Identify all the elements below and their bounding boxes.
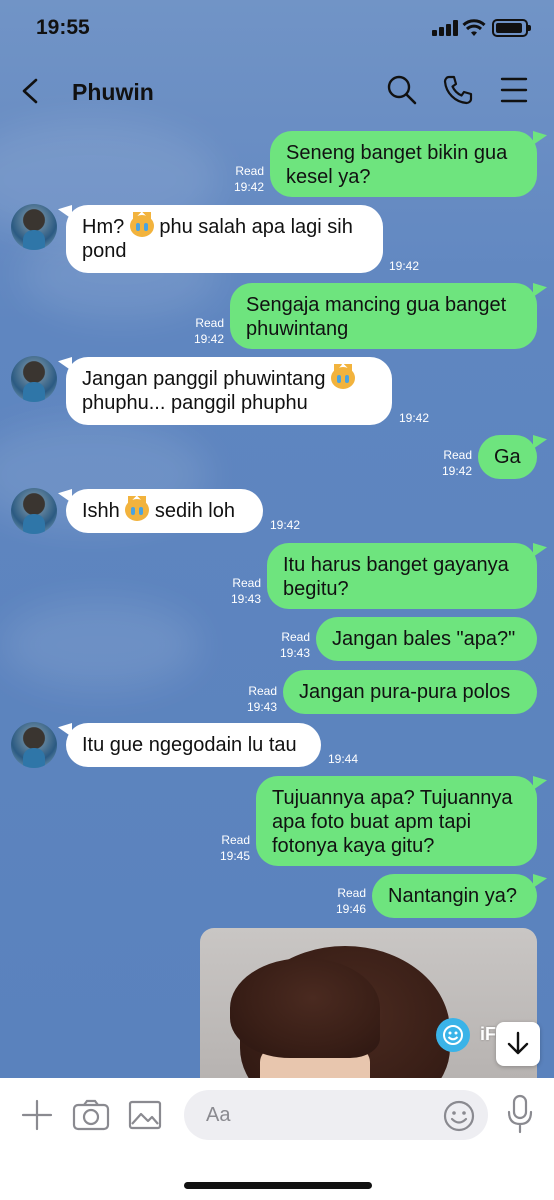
message-time: 19:43 — [230, 592, 261, 606]
home-indicator — [184, 1182, 372, 1189]
read-receipt: Read — [221, 833, 250, 847]
message-text: Sengaja mancing gua banget — [246, 294, 507, 316]
message-text: Ishh sedih loh — [82, 496, 235, 522]
crying-cat-face-icon — [331, 364, 356, 389]
status-time: 19:55 — [36, 16, 90, 39]
message-text: Jangan bales "apa?" — [332, 628, 516, 650]
message-time: 19:42 — [270, 518, 301, 532]
message-bubble[interactable]: Itu harus banget gayanya begitu? — [267, 543, 537, 609]
message-text: begitu? — [283, 578, 349, 600]
camera-icon[interactable] — [72, 1098, 110, 1132]
cellular-signal-icon — [432, 20, 458, 36]
read-receipt: Read — [195, 316, 224, 330]
message-bubble[interactable]: Jangan pura-pura polos — [283, 670, 537, 714]
message-bubble[interactable]: Seneng banget bikin gua kesel ya? — [270, 131, 537, 197]
read-receipt: Read — [281, 630, 310, 644]
chat-title[interactable]: Phuwin — [72, 79, 154, 106]
message-bubble[interactable]: Tujuannya apa? Tujuannya apa foto buat a… — [256, 776, 537, 866]
avatar[interactable] — [11, 722, 57, 768]
battery-icon — [492, 19, 531, 37]
message-time: 19:46 — [335, 902, 366, 916]
message-input[interactable]: Aa — [184, 1090, 488, 1140]
menu-icon[interactable] — [500, 74, 528, 106]
microphone-icon[interactable] — [506, 1094, 534, 1134]
message-time: 19:45 — [219, 849, 250, 863]
message-time: 19:42 — [233, 180, 264, 194]
message-text: Ga — [494, 446, 521, 468]
arrow-down-icon — [507, 1031, 529, 1055]
message-text: apa foto buat apm tapi — [272, 811, 472, 833]
message-time: 19:43 — [279, 646, 310, 660]
plus-icon[interactable] — [20, 1098, 54, 1132]
message-bubble[interactable]: Ishh sedih loh — [66, 489, 263, 533]
message-text: Tujuannya apa? Tujuannya — [272, 787, 513, 809]
avatar[interactable] — [11, 488, 57, 534]
wifi-icon — [462, 19, 486, 36]
scroll-to-bottom-button[interactable] — [496, 1022, 540, 1066]
emoji-icon[interactable] — [442, 1099, 476, 1133]
message-text: pond — [82, 240, 127, 262]
message-bubble[interactable]: Nantangin ya? — [372, 874, 537, 918]
message-time: 19:42 — [441, 464, 472, 478]
image-icon[interactable] — [128, 1100, 162, 1130]
message-text: Itu gue ngegodain lu tau — [82, 734, 297, 756]
search-icon[interactable] — [386, 74, 418, 106]
message-bubble[interactable]: Ga — [478, 435, 537, 479]
status-bar: 19:55 — [0, 0, 554, 58]
read-receipt: Read — [443, 448, 472, 462]
message-time: 19:44 — [328, 752, 359, 766]
read-receipt: Read — [235, 164, 264, 178]
message-time: 19:42 — [399, 411, 430, 425]
message-bubble[interactable]: Itu gue ngegodain lu tau — [66, 723, 321, 767]
message-time: 19:43 — [246, 700, 277, 714]
message-text: kesel ya? — [286, 166, 371, 188]
photo-message[interactable] — [200, 928, 537, 1078]
crying-cat-face-icon — [129, 212, 154, 237]
message-text: Jangan panggil phuwintang — [82, 364, 376, 391]
avatar[interactable] — [11, 204, 57, 250]
message-text: phuphu... panggil phuphu — [82, 392, 308, 414]
chevron-left-icon[interactable] — [18, 76, 42, 106]
read-receipt: Read — [337, 886, 366, 900]
message-text: phuwintang — [246, 318, 349, 340]
message-input-bar: Aa — [0, 1078, 554, 1200]
message-text: Seneng banget bikin gua — [286, 142, 508, 164]
avatar[interactable] — [11, 356, 57, 402]
message-text: fotonya kaya gitu? — [272, 835, 435, 857]
message-bubble[interactable]: Jangan panggil phuwintang phuphu... pang… — [66, 357, 392, 425]
read-receipt: Read — [248, 684, 277, 698]
message-text: Itu harus banget gayanya — [283, 554, 509, 576]
message-bubble[interactable]: Jangan bales "apa?" — [316, 617, 537, 661]
message-text: Jangan pura-pura polos — [299, 681, 511, 703]
phone-icon[interactable] — [442, 74, 474, 106]
message-time: 19:42 — [389, 259, 420, 273]
message-text: Nantangin ya? — [388, 885, 517, 907]
chat-header: Phuwin — [0, 62, 554, 120]
crying-cat-face-icon — [125, 496, 150, 521]
message-text: Hm? phu salah apa lagi sih — [82, 212, 353, 238]
input-placeholder: Aa — [206, 1104, 231, 1126]
message-bubble[interactable]: Hm? phu salah apa lagi sih pond — [66, 205, 383, 273]
message-time: 19:42 — [193, 332, 224, 346]
read-receipt: Read — [232, 576, 261, 590]
smiley-icon — [436, 1018, 470, 1052]
message-bubble[interactable]: Sengaja mancing gua banget phuwintang — [230, 283, 537, 349]
